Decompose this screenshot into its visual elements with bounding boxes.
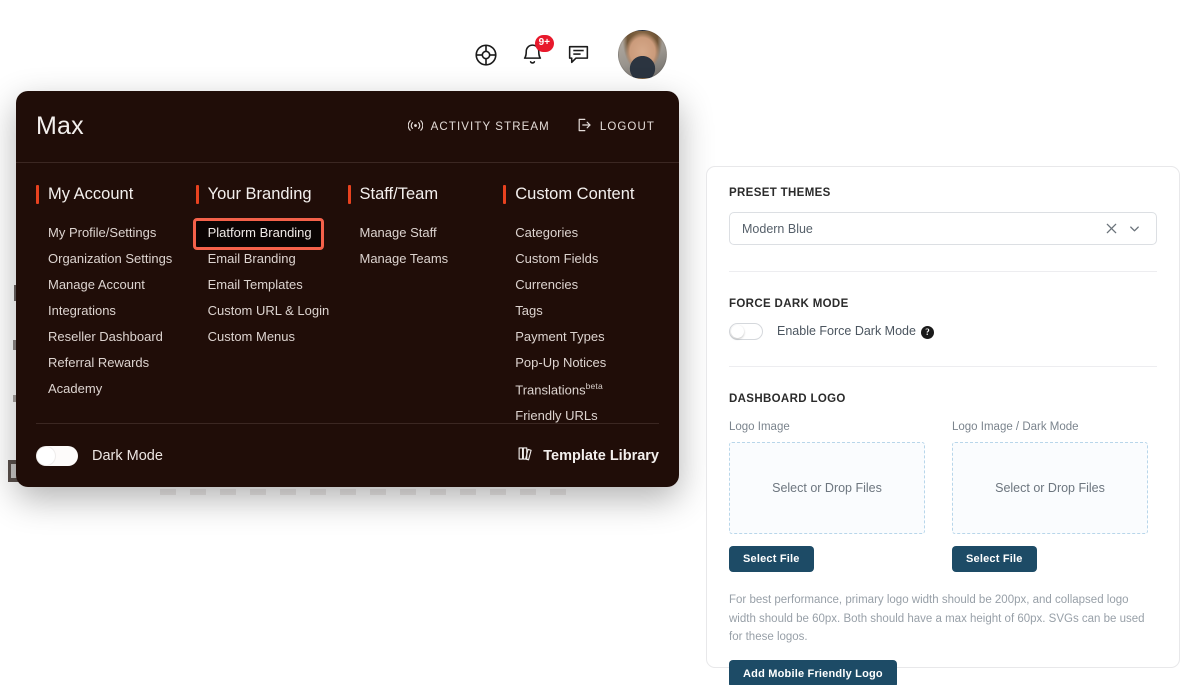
menu-item-my-profile-settings[interactable]: My Profile/Settings [36, 221, 196, 247]
menu-item-manage-staff[interactable]: Manage Staff [348, 221, 504, 247]
menu-item-categories[interactable]: Categories [503, 221, 659, 247]
menu-item-manage-account[interactable]: Manage Account [36, 273, 196, 299]
logout-icon [576, 117, 592, 136]
menu-item-translations-label: Translations [515, 382, 585, 397]
menu-item-translations[interactable]: Translationsbeta [503, 377, 659, 404]
logo-image-dark-label: Logo Image / Dark Mode [952, 421, 1148, 433]
menu-item-currencies[interactable]: Currencies [503, 273, 659, 299]
force-dark-mode-label: Enable Force Dark Mode? [777, 324, 934, 339]
menu-item-email-templates[interactable]: Email Templates [196, 273, 348, 299]
help-icon[interactable]: ? [921, 326, 934, 339]
dark-mode-toggle[interactable] [36, 446, 78, 466]
logo-dropzone-dark[interactable]: Select or Drop Files [952, 442, 1148, 534]
column-heading: Staff/Team [348, 185, 504, 204]
dark-mode-label: Dark Mode [92, 448, 163, 464]
dark-mode-control: Dark Mode [36, 446, 163, 466]
menu-item-custom-url-login[interactable]: Custom URL & Login [196, 299, 348, 325]
force-dark-mode-row: Enable Force Dark Mode? [729, 323, 1157, 340]
app-root: 9+ Max [0, 0, 1200, 685]
preset-theme-value: Modern Blue [742, 222, 1100, 236]
logo-upload-grid: Logo Image Select or Drop Files Select F… [729, 421, 1157, 572]
column-heading: Your Branding [196, 185, 348, 204]
background-text-remnant [160, 489, 580, 495]
page-title: Max [36, 112, 84, 141]
menu-item-email-branding[interactable]: Email Branding [196, 247, 348, 273]
dashboard-logo-heading: DASHBOARD LOGO [729, 393, 1157, 405]
platform-branding-settings-card: PRESET THEMES Modern Blue FORCE DARK MOD… [706, 166, 1180, 668]
logout-label: LOGOUT [600, 121, 655, 133]
top-icon-bar: 9+ [470, 22, 700, 87]
broadcast-icon [408, 119, 423, 135]
add-mobile-friendly-logo-button[interactable]: Add Mobile Friendly Logo [729, 660, 897, 685]
preset-themes-heading: PRESET THEMES [729, 187, 1157, 199]
activity-stream-button[interactable]: ACTIVITY STREAM [408, 119, 550, 135]
mega-menu-header-actions: ACTIVITY STREAM LOGOUT [408, 117, 655, 136]
logo-dropzone-primary[interactable]: Select or Drop Files [729, 442, 925, 534]
menu-item-popup-notices[interactable]: Pop-Up Notices [503, 351, 659, 377]
lifebuoy-icon[interactable] [470, 39, 502, 71]
menu-column-your-branding: Your Branding Platform Branding Email Br… [196, 185, 348, 430]
menu-item-custom-fields[interactable]: Custom Fields [503, 247, 659, 273]
bell-icon[interactable]: 9+ [516, 39, 548, 71]
logo-slot-dark: Logo Image / Dark Mode Select or Drop Fi… [952, 421, 1148, 572]
column-heading: My Account [36, 185, 196, 204]
menu-column-staff-team: Staff/Team Manage Staff Manage Teams [348, 185, 504, 430]
logo-hint-text: For best performance, primary logo width… [729, 591, 1155, 647]
divider [729, 366, 1157, 367]
menu-item-payment-types[interactable]: Payment Types [503, 325, 659, 351]
select-file-button-primary[interactable]: Select File [729, 546, 814, 572]
logout-button[interactable]: LOGOUT [576, 117, 655, 136]
preset-theme-select[interactable]: Modern Blue [729, 212, 1157, 245]
notification-badge: 9+ [535, 35, 554, 52]
logo-image-label: Logo Image [729, 421, 925, 433]
menu-item-organization-settings[interactable]: Organization Settings [36, 247, 196, 273]
menu-item-integrations[interactable]: Integrations [36, 299, 196, 325]
chevron-down-icon[interactable] [1123, 222, 1146, 235]
menu-item-tags[interactable]: Tags [503, 299, 659, 325]
menu-column-custom-content: Custom Content Categories Custom Fields … [503, 185, 659, 430]
select-file-button-dark[interactable]: Select File [952, 546, 1037, 572]
chat-icon[interactable] [562, 39, 594, 71]
logo-slot-primary: Logo Image Select or Drop Files Select F… [729, 421, 925, 572]
menu-item-academy[interactable]: Academy [36, 377, 196, 403]
template-library-label: Template Library [543, 448, 659, 464]
template-library-button[interactable]: Template Library [517, 445, 659, 467]
close-icon[interactable] [1100, 222, 1123, 235]
beta-badge: beta [586, 381, 603, 391]
activity-stream-label: ACTIVITY STREAM [431, 121, 550, 133]
menu-item-platform-branding[interactable]: Platform Branding [196, 221, 321, 247]
menu-item-referral-rewards[interactable]: Referral Rewards [36, 351, 196, 377]
force-dark-mode-toggle[interactable] [729, 323, 763, 340]
books-icon [517, 445, 534, 467]
mega-menu-header: Max ACTIVITY STREAM [16, 91, 679, 163]
menu-column-my-account: My Account My Profile/Settings Organizat… [36, 185, 196, 430]
account-mega-menu: Max ACTIVITY STREAM [16, 91, 679, 487]
menu-item-custom-menus[interactable]: Custom Menus [196, 325, 348, 351]
mega-menu-footer: Dark Mode Template Library [36, 423, 659, 487]
avatar[interactable] [618, 30, 667, 79]
mega-menu-columns: My Account My Profile/Settings Organizat… [16, 163, 679, 430]
force-dark-mode-heading: FORCE DARK MODE [729, 298, 1157, 310]
column-heading: Custom Content [503, 185, 659, 204]
divider [729, 271, 1157, 272]
menu-item-manage-teams[interactable]: Manage Teams [348, 247, 504, 273]
force-dark-mode-text: Enable Force Dark Mode [777, 324, 916, 338]
menu-item-reseller-dashboard[interactable]: Reseller Dashboard [36, 325, 196, 351]
